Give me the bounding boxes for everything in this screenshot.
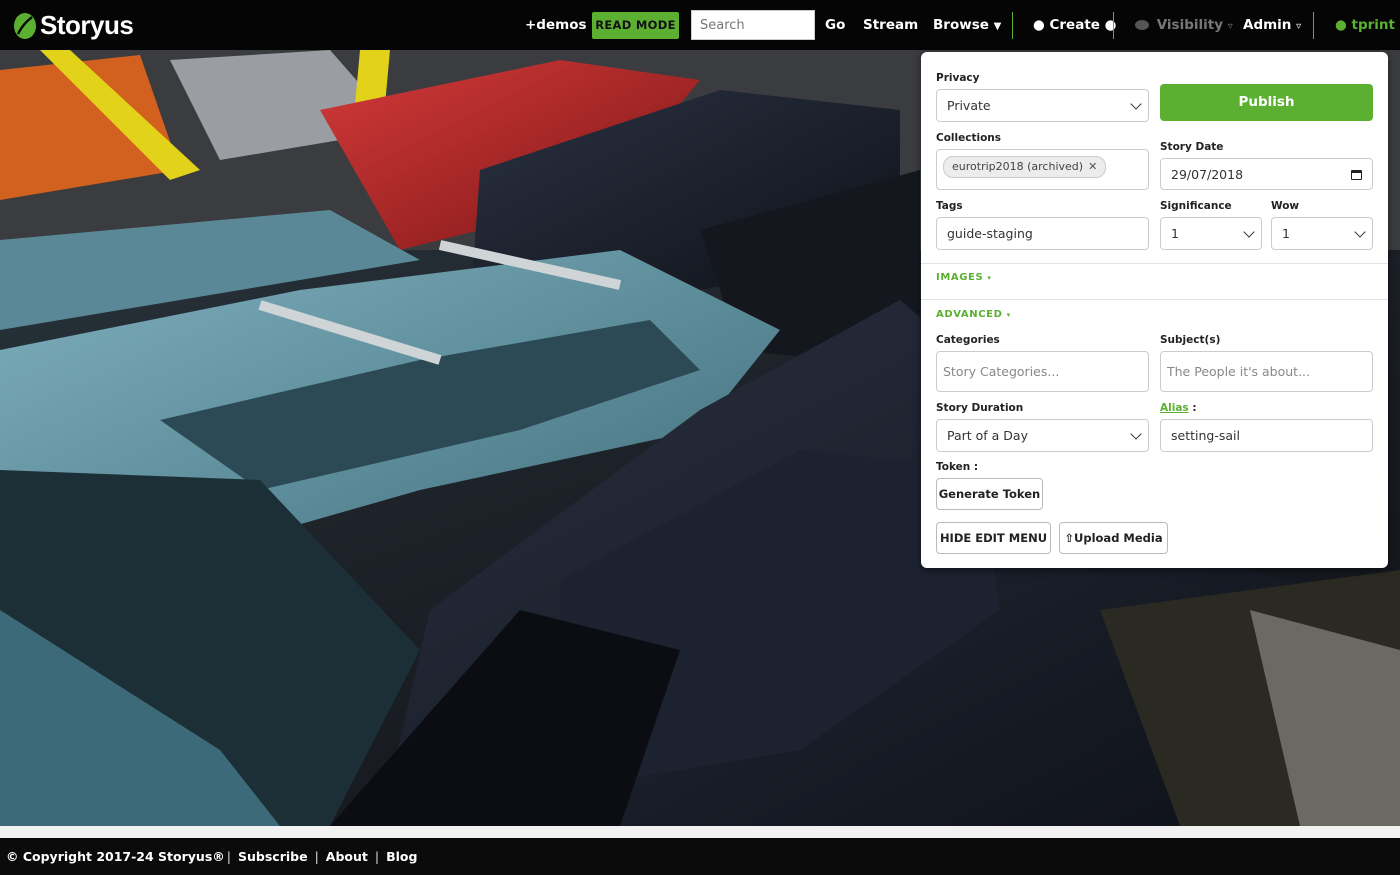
- alias-value: setting-sail: [1171, 428, 1240, 443]
- privacy-label: Privacy: [936, 72, 980, 84]
- privacy-select[interactable]: Private: [936, 89, 1149, 122]
- footer-subscribe-link[interactable]: Subscribe: [238, 849, 308, 864]
- hide-edit-menu-button[interactable]: HIDE EDIT MENU: [936, 522, 1051, 554]
- subjects-input[interactable]: The People it's about...: [1160, 351, 1373, 392]
- nav-browse-dropdown[interactable]: Browse ▼: [933, 0, 1001, 50]
- advanced-section-toggle[interactable]: ADVANCED ▾: [936, 309, 1011, 320]
- footer-separator: |: [226, 849, 231, 864]
- nav-user-link[interactable]: ● tprint: [1335, 0, 1395, 50]
- alias-input[interactable]: setting-sail: [1160, 419, 1373, 452]
- nav-divider: [1313, 12, 1314, 39]
- generate-token-button[interactable]: Generate Token: [936, 478, 1043, 510]
- alias-help-link[interactable]: Alias: [1160, 402, 1189, 414]
- footer: © Copyright 2017-24 Storyus® | Subscribe | A…: [0, 838, 1400, 875]
- nav-divider: [1113, 12, 1114, 39]
- images-section-toggle[interactable]: IMAGES ▾: [936, 272, 991, 283]
- collections-field[interactable]: eurotrip2018 (archived) ✕: [936, 149, 1149, 190]
- images-link-label: IMAGES: [936, 272, 984, 283]
- story-date-input[interactable]: 29/07/2018: [1160, 158, 1373, 190]
- categories-placeholder: Story Categories...: [943, 364, 1060, 379]
- read-mode-button[interactable]: READ MODE: [592, 12, 679, 39]
- upload-media-label: Upload Media: [1074, 531, 1163, 545]
- nav-divider: [1012, 12, 1013, 39]
- wow-label: Wow: [1271, 200, 1300, 212]
- logo-text: Storyus: [40, 10, 134, 40]
- footer-separator: |: [374, 849, 380, 864]
- triangle-down-icon: ▾: [1006, 311, 1011, 319]
- create-label: Create: [1049, 17, 1100, 33]
- significance-label: Significance: [1160, 200, 1232, 212]
- categories-label: Categories: [936, 334, 1000, 346]
- triangle-down-icon: ▿: [1296, 21, 1302, 32]
- calendar-icon[interactable]: [1351, 170, 1362, 180]
- chevron-down-icon: [1130, 97, 1142, 110]
- browse-label: Browse: [933, 17, 989, 33]
- footer-separator: |: [314, 849, 319, 864]
- bullet-icon: ●: [1104, 17, 1117, 33]
- alias-label: Alias :: [1160, 402, 1197, 414]
- nav-stream-link[interactable]: Stream: [863, 0, 918, 50]
- wow-value: 1: [1282, 226, 1290, 241]
- username: tprint: [1351, 17, 1395, 33]
- wow-select[interactable]: 1: [1271, 217, 1373, 250]
- nav-demos-link[interactable]: +demos: [525, 0, 587, 50]
- tags-label: Tags: [936, 200, 963, 212]
- go-button[interactable]: Go: [825, 0, 845, 50]
- chevron-down-icon: [1130, 427, 1142, 440]
- leaf-logo-icon: [14, 12, 36, 39]
- significance-value: 1: [1171, 226, 1179, 241]
- admin-label: Admin: [1243, 17, 1292, 33]
- nav-create-dropdown[interactable]: ● Create ●: [1033, 0, 1116, 50]
- advanced-link-label: ADVANCED: [936, 309, 1003, 320]
- collection-chip-label: eurotrip2018 (archived): [952, 160, 1084, 173]
- tags-value: guide-staging: [947, 226, 1033, 241]
- nav-admin-dropdown[interactable]: Admin ▿: [1243, 0, 1301, 50]
- footer-blog-link[interactable]: Blog: [386, 849, 417, 864]
- remove-chip-icon[interactable]: ✕: [1088, 160, 1097, 173]
- search-input[interactable]: [691, 10, 815, 40]
- bullet-icon: ●: [1033, 17, 1045, 33]
- eye-icon: [1135, 20, 1149, 30]
- collection-chip[interactable]: eurotrip2018 (archived) ✕: [943, 156, 1107, 178]
- divider: [921, 299, 1388, 300]
- nav-visibility-dropdown[interactable]: Visibility ▿: [1135, 0, 1233, 50]
- divider: [921, 263, 1388, 264]
- chevron-down-icon: [1243, 225, 1255, 238]
- categories-input[interactable]: Story Categories...: [936, 351, 1149, 392]
- logo[interactable]: Storyus: [12, 10, 134, 41]
- visibility-label: Visibility: [1156, 17, 1224, 33]
- content-strip: [0, 826, 1400, 838]
- story-edit-panel: Privacy Private Publish Collections euro…: [921, 52, 1388, 568]
- token-label: Token :: [936, 461, 979, 473]
- story-duration-value: Part of a Day: [947, 428, 1028, 443]
- triangle-down-icon: ▾: [987, 274, 992, 282]
- tags-input[interactable]: guide-staging: [936, 217, 1149, 250]
- subjects-placeholder: The People it's about...: [1167, 364, 1311, 379]
- upload-arrow-icon: ⇧: [1064, 531, 1075, 545]
- online-dot-icon: ●: [1335, 17, 1347, 33]
- chevron-down-icon: [1354, 225, 1366, 238]
- collections-label: Collections: [936, 132, 1002, 144]
- footer-about-link[interactable]: About: [326, 849, 368, 864]
- story-duration-select[interactable]: Part of a Day: [936, 419, 1149, 452]
- copyright-text: © Copyright 2017-24 Storyus®: [6, 849, 225, 864]
- publish-button[interactable]: Publish: [1160, 84, 1373, 121]
- significance-select[interactable]: 1: [1160, 217, 1262, 250]
- triangle-down-icon: ▿: [1227, 21, 1233, 32]
- top-nav: Storyus +demos READ MODE Go Stream Brows…: [0, 0, 1400, 50]
- upload-media-button[interactable]: ⇧Upload Media: [1059, 522, 1168, 554]
- subjects-label: Subject(s): [1160, 334, 1221, 346]
- story-duration-label: Story Duration: [936, 402, 1024, 414]
- privacy-value: Private: [947, 98, 991, 113]
- caret-down-icon: ▼: [993, 21, 1002, 32]
- story-date-value: 29/07/2018: [1171, 166, 1244, 182]
- story-date-label: Story Date: [1160, 141, 1224, 153]
